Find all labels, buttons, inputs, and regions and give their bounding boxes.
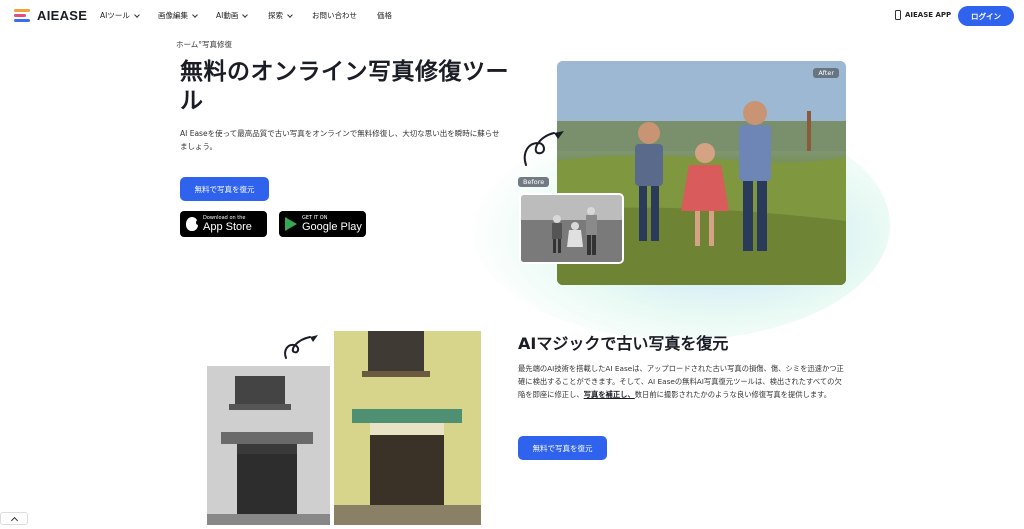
main-menu: AIツール 画像編集 AI動画 探索 お問い合わせ 価格	[100, 10, 417, 21]
menu-ai-tools[interactable]: AIツール	[100, 10, 158, 21]
bw-children-illustration	[521, 195, 622, 262]
menu-ai-tools-label: AIツール	[100, 11, 130, 20]
app-store-badge[interactable]: Download on the App Store	[180, 211, 267, 237]
menu-ai-video[interactable]: AI動画	[216, 10, 268, 21]
curved-arrow-icon	[523, 131, 564, 166]
hero-description: AI Easeを使って最高品質で古い写真をオンラインで無料修復し、大切な思い出を…	[180, 129, 500, 151]
logo[interactable]: AIEASE	[14, 8, 87, 23]
scroll-up-button[interactable]	[0, 512, 28, 525]
bw-storefront-illustration	[207, 366, 330, 525]
section-text-after: 数日前に撮影されたかのような良い修復写真を提供します。	[634, 390, 832, 399]
page-title: 無料のオンライン写真修復ツール	[180, 59, 509, 114]
apple-icon	[186, 217, 200, 231]
top-navbar: AIEASE AIツール 画像編集 AI動画 探索 お問い合わせ 価格 AIEA…	[0, 0, 1024, 32]
menu-contact[interactable]: お問い合わせ	[312, 10, 377, 21]
google-play-icon	[285, 217, 297, 231]
menu-pricing-label: 価格	[377, 11, 392, 20]
restore-photo-button-2[interactable]: 無料で写真を復元	[518, 436, 607, 460]
menu-pricing[interactable]: 価格	[377, 10, 417, 21]
menu-image-edit[interactable]: 画像編集	[158, 10, 216, 21]
google-play-big: Google Play	[302, 221, 362, 233]
color-storefront-illustration	[334, 331, 481, 525]
aiease-logo-icon	[14, 8, 32, 23]
menu-explore-label: 探索	[268, 11, 283, 20]
login-button[interactable]: ログイン	[958, 6, 1014, 26]
menu-ai-video-label: AI動画	[216, 11, 239, 20]
app-link-label: AIEASE APP	[905, 11, 952, 19]
after-badge: After	[813, 68, 839, 78]
menu-explore[interactable]: 探索	[268, 10, 312, 21]
chevron-down-icon	[242, 11, 249, 18]
enhance-photo-link[interactable]: 写真を補正し、	[584, 390, 635, 399]
breadcrumb[interactable]: ホーム°写真修復	[176, 39, 232, 50]
restore-photo-button[interactable]: 無料で写真を復元	[180, 177, 269, 201]
before-photo	[519, 193, 624, 264]
restored-photo-color	[334, 331, 481, 525]
app-store-big: App Store	[203, 221, 252, 233]
section-description: 最先端のAI技術を搭載したAI Easeは、アップロードされた古い写真の損傷、傷…	[518, 362, 848, 401]
before-badge: Before	[518, 177, 550, 187]
menu-contact-label: お問い合わせ	[312, 11, 357, 20]
chevron-down-icon	[287, 11, 293, 18]
section-title: AIマジックで古い写真を復元	[518, 334, 729, 353]
app-download-link[interactable]: AIEASE APP	[895, 10, 951, 20]
google-play-badge[interactable]: GET IT ON Google Play	[279, 211, 366, 237]
chevron-down-icon	[134, 11, 140, 18]
old-photo-bw	[207, 366, 330, 525]
menu-image-edit-label: 画像編集	[158, 11, 188, 20]
phone-icon	[895, 10, 901, 20]
curved-arrow-icon-2	[284, 335, 318, 359]
logo-text: AIEASE	[37, 8, 88, 23]
chevron-down-icon	[192, 11, 198, 18]
